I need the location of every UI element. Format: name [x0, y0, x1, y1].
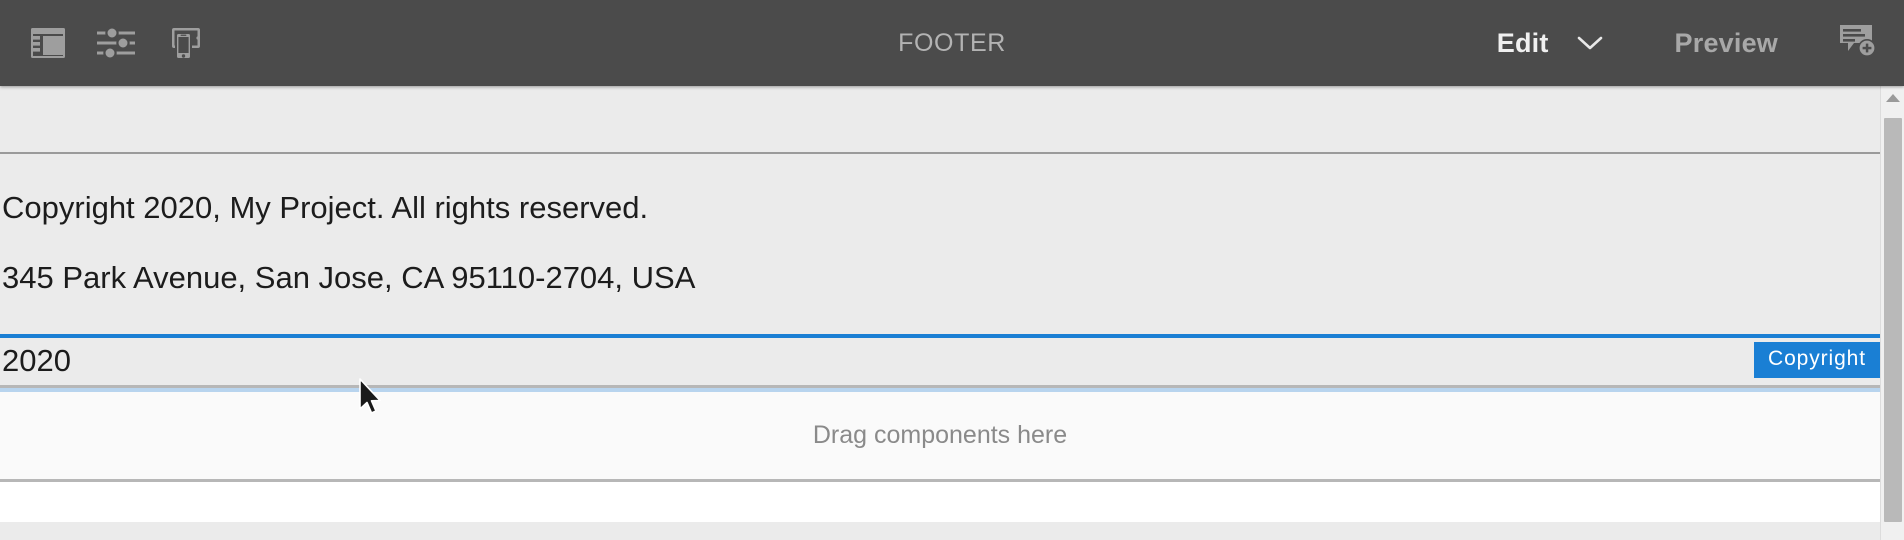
- top-toolbar: FOOTER Edit Preview: [0, 0, 1904, 86]
- toolbar-right-group: Edit Preview: [1487, 0, 1904, 86]
- edit-mode-label: Edit: [1496, 27, 1549, 58]
- editor-canvas[interactable]: Copyright 2020, My Project. All rights r…: [0, 86, 1880, 540]
- layout-panel-icon: [31, 28, 65, 58]
- footer-copyright-text[interactable]: Copyright 2020, My Project. All rights r…: [0, 190, 1880, 227]
- toolbar-left-group: [0, 0, 218, 86]
- preview-button[interactable]: Preview: [1675, 28, 1778, 59]
- selected-component-text[interactable]: 2020: [2, 342, 1880, 379]
- canvas-scrollbar[interactable]: [1880, 86, 1904, 540]
- selected-component[interactable]: 2020 Copyright: [0, 338, 1880, 389]
- device-preview-icon: [165, 26, 203, 60]
- scrollbar-thumb[interactable]: [1884, 118, 1902, 522]
- canvas-bottom-section: [0, 482, 1880, 523]
- footer-address-text[interactable]: 345 Park Avenue, San Jose, CA 95110-2704…: [0, 260, 1880, 297]
- add-comment-button[interactable]: [1830, 15, 1886, 71]
- layout-panel-button[interactable]: [14, 12, 82, 74]
- edit-mode-dropdown[interactable]: Edit: [1487, 22, 1613, 65]
- triangle-up-icon: [1885, 90, 1901, 108]
- footer-component[interactable]: Copyright 2020, My Project. All rights r…: [0, 154, 1880, 523]
- component-dropzone[interactable]: Drag components here: [0, 392, 1880, 483]
- page-title: FOOTER: [898, 28, 1006, 57]
- dropzone-label: Drag components here: [812, 421, 1068, 450]
- selected-component-badge[interactable]: Copyright: [1754, 342, 1880, 379]
- device-preview-button[interactable]: [150, 12, 218, 74]
- chevron-down-icon: [1577, 35, 1603, 51]
- style-settings-button[interactable]: [82, 12, 150, 74]
- app-root: FOOTER Edit Preview Copyright 2020, My P…: [0, 0, 1904, 540]
- sliders-icon: [97, 26, 135, 60]
- selected-component-wrapper[interactable]: 2020 Copyright: [0, 334, 1880, 393]
- add-comment-icon: [1838, 23, 1878, 64]
- scrollbar-up-button[interactable]: [1881, 86, 1904, 112]
- canvas-top-section[interactable]: [0, 86, 1880, 154]
